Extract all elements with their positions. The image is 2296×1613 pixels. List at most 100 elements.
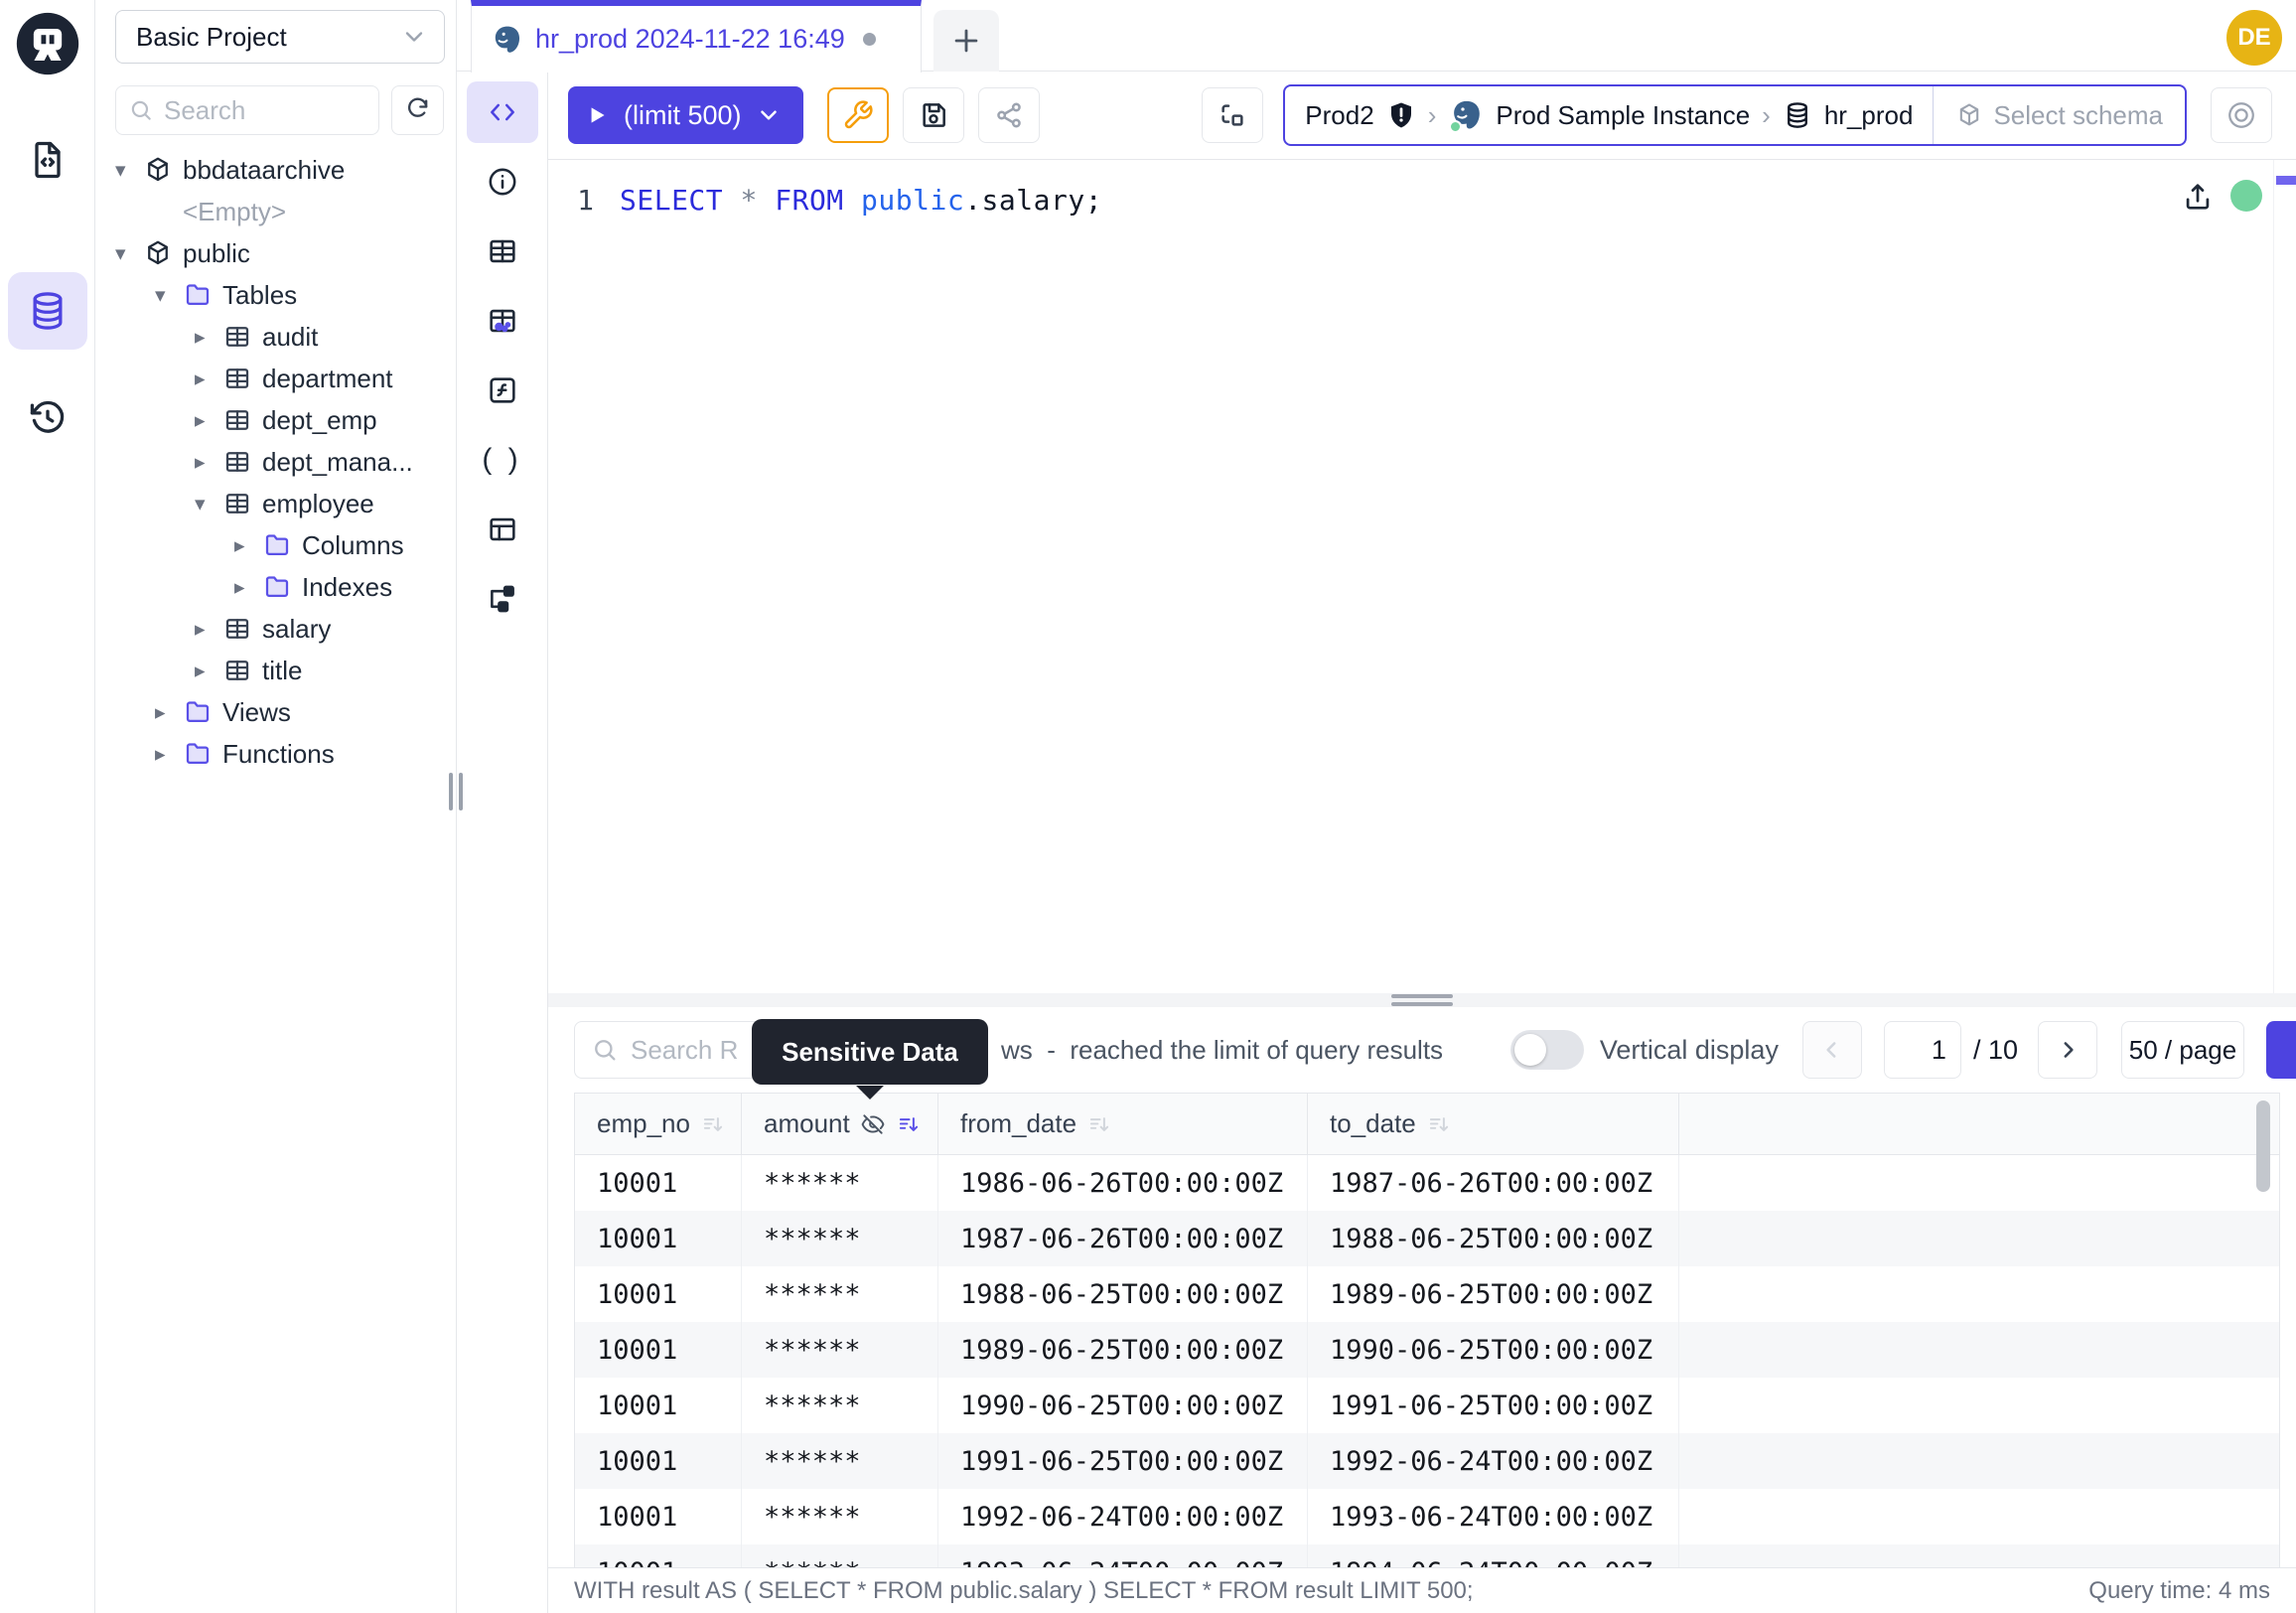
tree-caret-icon[interactable]: ▾ <box>115 241 143 266</box>
table-cell[interactable]: 1992-06-24T00:00:00Z <box>938 1489 1308 1544</box>
table-cell[interactable]: 1993-06-24T00:00:00Z <box>938 1544 1308 1567</box>
sql-editor[interactable]: 1 SELECT * FROM public.salary; <box>548 159 2296 993</box>
parentheses-panel-button[interactable]: ( ) <box>467 429 538 491</box>
table-cell[interactable] <box>1679 1489 2279 1544</box>
sort-icon[interactable] <box>1426 1111 1452 1137</box>
column-header-to_date[interactable]: to_date <box>1308 1094 1679 1154</box>
tree-item-department[interactable]: ▸department <box>95 358 456 399</box>
table-cell[interactable] <box>1679 1211 2279 1266</box>
sidebar-resize-handle[interactable] <box>449 773 463 810</box>
table-row[interactable]: 10001******1992-06-24T00:00:00Z1993-06-2… <box>575 1489 2279 1544</box>
table-row[interactable]: 10001******1991-06-25T00:00:00Z1992-06-2… <box>575 1433 2279 1489</box>
next-page-button[interactable] <box>2038 1021 2097 1079</box>
table-cell[interactable] <box>1679 1433 2279 1489</box>
sidebar-search-input[interactable] <box>164 95 366 126</box>
table-cell[interactable]: 1991-06-25T00:00:00Z <box>938 1433 1308 1489</box>
schema-diagram-panel-button[interactable] <box>467 568 538 630</box>
table-row[interactable]: 10001******1988-06-25T00:00:00Z1989-06-2… <box>575 1266 2279 1322</box>
table-cell[interactable]: 1990-06-25T00:00:00Z <box>938 1378 1308 1433</box>
table-row[interactable]: 10001******1986-06-26T00:00:00Z1987-06-2… <box>575 1155 2279 1211</box>
table-structure-panel-button[interactable] <box>467 499 538 560</box>
column-header-amount[interactable]: amount <box>742 1094 938 1154</box>
table-cell[interactable]: 1992-06-24T00:00:00Z <box>1308 1433 1679 1489</box>
tree-item-functions[interactable]: ▸Functions <box>95 733 456 775</box>
table-cell[interactable]: ****** <box>742 1266 938 1322</box>
tree-caret-icon[interactable]: ▸ <box>234 533 262 558</box>
table-cell[interactable]: 1986-06-26T00:00:00Z <box>938 1155 1308 1211</box>
tree-caret-icon[interactable]: ▾ <box>115 158 143 183</box>
tree-item-public[interactable]: ▾public <box>95 232 456 274</box>
tree-caret-icon[interactable]: ▸ <box>195 408 222 433</box>
tree-item-tables[interactable]: ▾Tables <box>95 274 456 316</box>
table-cell[interactable]: 1994-06-24T00:00:00Z <box>1308 1544 1679 1567</box>
column-header-from_date[interactable]: from_date <box>938 1094 1308 1154</box>
table-cell[interactable]: 10001 <box>575 1155 742 1211</box>
sort-icon[interactable] <box>1086 1111 1112 1137</box>
table-cell[interactable]: 1987-06-26T00:00:00Z <box>938 1211 1308 1266</box>
tree-caret-icon[interactable]: ▾ <box>195 492 222 516</box>
share-button[interactable] <box>978 87 1040 143</box>
results-action-button[interactable] <box>2266 1021 2296 1079</box>
prev-page-button[interactable] <box>1802 1021 1862 1079</box>
table-cell[interactable]: ****** <box>742 1211 938 1266</box>
table-cell[interactable]: 10001 <box>575 1266 742 1322</box>
ai-assistant-button[interactable] <box>2211 87 2272 143</box>
table-cell[interactable]: 10001 <box>575 1322 742 1378</box>
tree-item-empty[interactable]: <Empty> <box>95 191 456 232</box>
table-cell[interactable]: 1989-06-25T00:00:00Z <box>1308 1266 1679 1322</box>
sort-icon[interactable] <box>896 1111 922 1137</box>
tree-item-dept-mana[interactable]: ▸dept_mana... <box>95 441 456 483</box>
history-nav-button[interactable] <box>8 379 87 457</box>
table-cell[interactable]: ****** <box>742 1489 938 1544</box>
column-header-emp_no[interactable]: emp_no <box>575 1094 742 1154</box>
tree-caret-icon[interactable]: ▸ <box>195 659 222 683</box>
table-cell[interactable] <box>1679 1155 2279 1211</box>
table-row[interactable]: 10001******1987-06-26T00:00:00Z1988-06-2… <box>575 1211 2279 1266</box>
tree-item-employee[interactable]: ▾employee <box>95 483 456 524</box>
results-scrollbar[interactable] <box>2256 1100 2270 1192</box>
table-cell[interactable]: ****** <box>742 1378 938 1433</box>
tree-item-indexes[interactable]: ▸Indexes <box>95 566 456 608</box>
database-nav-button[interactable] <box>8 272 87 350</box>
table-cell[interactable]: ****** <box>742 1155 938 1211</box>
run-query-button[interactable]: (limit 500) <box>568 86 803 144</box>
table-cell[interactable]: 1988-06-25T00:00:00Z <box>1308 1211 1679 1266</box>
refresh-button[interactable] <box>391 85 444 135</box>
table-cell[interactable]: 10001 <box>575 1211 742 1266</box>
tree-caret-icon[interactable]: ▸ <box>155 742 183 767</box>
table-cell[interactable]: 1988-06-25T00:00:00Z <box>938 1266 1308 1322</box>
sidebar-search[interactable] <box>115 85 379 135</box>
table-cell[interactable]: 10001 <box>575 1378 742 1433</box>
save-sheet-button[interactable] <box>903 87 964 143</box>
code-tab-panel-button[interactable] <box>467 81 538 143</box>
table-cell[interactable] <box>1679 1266 2279 1322</box>
tree-item-title[interactable]: ▸title <box>95 650 456 691</box>
tab-hr-prod[interactable]: hr_prod 2024-11-22 16:49 <box>471 0 922 73</box>
tree-item-salary[interactable]: ▸salary <box>95 608 456 650</box>
info-panel-button[interactable] <box>467 151 538 213</box>
user-avatar[interactable]: DE <box>2226 10 2282 66</box>
tree-caret-icon[interactable]: ▸ <box>195 325 222 350</box>
table-cell[interactable]: ****** <box>742 1544 938 1567</box>
panel-resize-handle[interactable] <box>548 993 2296 1007</box>
table-cell[interactable]: 1989-06-25T00:00:00Z <box>938 1322 1308 1378</box>
tree-caret-icon[interactable]: ▸ <box>155 700 183 725</box>
vertical-display-toggle[interactable] <box>1510 1030 1584 1070</box>
table-row[interactable]: 10001******1993-06-24T00:00:00Z1994-06-2… <box>575 1544 2279 1567</box>
table-cell[interactable]: 10001 <box>575 1544 742 1567</box>
tree-caret-icon[interactable]: ▸ <box>195 367 222 391</box>
database-breadcrumb[interactable]: Prod2 › Prod Sample Instance <box>1285 97 1933 133</box>
tree-item-columns[interactable]: ▸Columns <box>95 524 456 566</box>
table-cell[interactable]: 1990-06-25T00:00:00Z <box>1308 1322 1679 1378</box>
tree-item-audit[interactable]: ▸audit <box>95 316 456 358</box>
table-row[interactable]: 10001******1989-06-25T00:00:00Z1990-06-2… <box>575 1322 2279 1378</box>
sort-icon[interactable] <box>700 1111 726 1137</box>
table-cell[interactable]: 10001 <box>575 1433 742 1489</box>
table-cell[interactable]: 1987-06-26T00:00:00Z <box>1308 1155 1679 1211</box>
table-cell[interactable] <box>1679 1544 2279 1567</box>
table-cell[interactable]: 1991-06-25T00:00:00Z <box>1308 1378 1679 1433</box>
table-masking-panel-button[interactable] <box>467 290 538 352</box>
tree-caret-icon[interactable]: ▸ <box>195 617 222 642</box>
page-number-input[interactable]: 1 <box>1884 1021 1961 1079</box>
tree-item-dept-emp[interactable]: ▸dept_emp <box>95 399 456 441</box>
